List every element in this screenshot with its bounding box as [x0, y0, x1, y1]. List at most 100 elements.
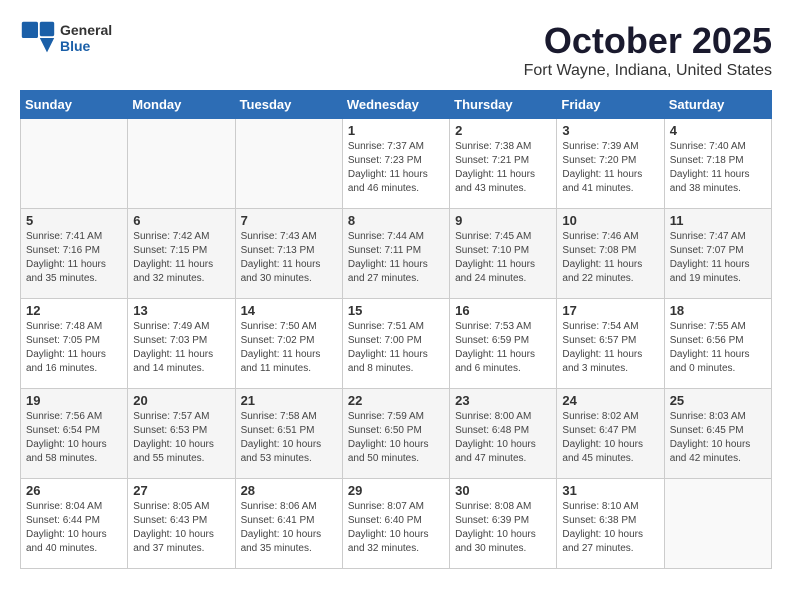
day-number: 10 — [562, 213, 658, 228]
calendar-cell: 13Sunrise: 7:49 AM Sunset: 7:03 PM Dayli… — [128, 299, 235, 389]
day-info: Sunrise: 8:04 AM Sunset: 6:44 PM Dayligh… — [26, 500, 122, 556]
calendar-cell — [235, 119, 342, 209]
calendar-cell: 1Sunrise: 7:37 AM Sunset: 7:23 PM Daylig… — [342, 119, 449, 209]
day-of-week-header: Wednesday — [342, 91, 449, 119]
calendar-cell: 15 Sunrise: 7:51 AM Sunset: 7:00 PM Dayli… — [342, 299, 449, 389]
logo-blue: Blue — [60, 38, 112, 54]
calendar-table: SundayMondayTuesdayWednesdayThursdayFrid… — [20, 90, 772, 569]
calendar-cell: 8 Sunrise: 7:44 AM Sunset: 7:11 PM Daylig… — [342, 209, 449, 299]
day-info: Sunrise: 8:05 AM Sunset: 6:43 PM Dayligh… — [133, 500, 229, 556]
calendar-cell: 16Sunrise: 7:53 AM Sunset: 6:59 PM Dayli… — [450, 299, 557, 389]
logo-general: General — [60, 22, 112, 38]
day-number: 4 — [670, 123, 766, 138]
day-info: Sunrise: 7:40 AM Sunset: 7:18 PM Dayligh… — [670, 140, 766, 196]
day-info: Sunrise: 8:06 AM Sunset: 6:41 PM Dayligh… — [241, 500, 337, 556]
day-number: 20 — [133, 393, 229, 408]
day-info: Sunrise: 7:57 AM Sunset: 6:53 PM Dayligh… — [133, 410, 229, 466]
day-number: 31 — [562, 483, 658, 498]
page-header: General Blue October 2025 Fort Wayne, In… — [20, 20, 772, 80]
calendar-cell: 5Sunrise: 7:41 AM Sunset: 7:16 PM Daylig… — [21, 209, 128, 299]
day-number: 30 — [455, 483, 551, 498]
day-info: Sunrise: 8:02 AM Sunset: 6:47 PM Dayligh… — [562, 410, 658, 466]
calendar-cell: 7Sunrise: 7:43 AM Sunset: 7:13 PM Daylig… — [235, 209, 342, 299]
calendar-cell: 23 Sunrise: 8:00 AM Sunset: 6:48 PM Dayli… — [450, 389, 557, 479]
day-number: 18 — [670, 303, 766, 318]
day-info: Sunrise: 8:00 AM Sunset: 6:48 PM Dayligh… — [455, 410, 551, 466]
calendar-cell — [21, 119, 128, 209]
day-of-week-header: Thursday — [450, 91, 557, 119]
calendar-cell: 30 Sunrise: 8:08 AM Sunset: 6:39 PM Dayli… — [450, 479, 557, 569]
calendar-week-row: 1Sunrise: 7:37 AM Sunset: 7:23 PM Daylig… — [21, 119, 772, 209]
logo-icon — [20, 20, 56, 56]
calendar-cell: 3Sunrise: 7:39 AM Sunset: 7:20 PM Daylig… — [557, 119, 664, 209]
calendar-header: SundayMondayTuesdayWednesdayThursdayFrid… — [21, 91, 772, 119]
calendar-cell: 28 Sunrise: 8:06 AM Sunset: 6:41 PM Dayli… — [235, 479, 342, 569]
day-number: 24 — [562, 393, 658, 408]
day-number: 12 — [26, 303, 122, 318]
day-number: 11 — [670, 213, 766, 228]
calendar-week-row: 12 Sunrise: 7:48 AM Sunset: 7:05 PM Dayli… — [21, 299, 772, 389]
day-info: Sunrise: 7:48 AM Sunset: 7:05 PM Dayligh… — [26, 320, 122, 376]
day-number: 29 — [348, 483, 444, 498]
calendar-cell: 17 Sunrise: 7:54 AM Sunset: 6:57 PM Dayli… — [557, 299, 664, 389]
calendar-cell: 24 Sunrise: 8:02 AM Sunset: 6:47 PM Dayli… — [557, 389, 664, 479]
day-number: 15 — [348, 303, 444, 318]
calendar-cell: 20 Sunrise: 7:57 AM Sunset: 6:53 PM Dayli… — [128, 389, 235, 479]
title-area: October 2025 Fort Wayne, Indiana, United… — [524, 20, 772, 80]
calendar-cell: 19Sunrise: 7:56 AM Sunset: 6:54 PM Dayli… — [21, 389, 128, 479]
day-info: Sunrise: 7:43 AM Sunset: 7:13 PM Dayligh… — [241, 230, 337, 286]
calendar-cell: 2Sunrise: 7:38 AM Sunset: 7:21 PM Daylig… — [450, 119, 557, 209]
day-number: 8 — [348, 213, 444, 228]
day-info: Sunrise: 8:08 AM Sunset: 6:39 PM Dayligh… — [455, 500, 551, 556]
day-number: 23 — [455, 393, 551, 408]
day-number: 1 — [348, 123, 444, 138]
calendar-cell: 4 Sunrise: 7:40 AM Sunset: 7:18 PM Daylig… — [664, 119, 771, 209]
calendar-cell: 31 Sunrise: 8:10 AM Sunset: 6:38 PM Dayli… — [557, 479, 664, 569]
day-number: 28 — [241, 483, 337, 498]
calendar-cell: 25 Sunrise: 8:03 AM Sunset: 6:45 PM Dayli… — [664, 389, 771, 479]
day-number: 16 — [455, 303, 551, 318]
calendar-cell: 18 Sunrise: 7:55 AM Sunset: 6:56 PM Dayli… — [664, 299, 771, 389]
logo: General Blue — [20, 20, 112, 56]
day-info: Sunrise: 8:03 AM Sunset: 6:45 PM Dayligh… — [670, 410, 766, 466]
calendar-week-row: 5Sunrise: 7:41 AM Sunset: 7:16 PM Daylig… — [21, 209, 772, 299]
day-of-week-header: Tuesday — [235, 91, 342, 119]
logo-text: General Blue — [60, 22, 112, 54]
calendar-cell: 10 Sunrise: 7:46 AM Sunset: 7:08 PM Dayli… — [557, 209, 664, 299]
day-number: 2 — [455, 123, 551, 138]
day-info: Sunrise: 7:45 AM Sunset: 7:10 PM Dayligh… — [455, 230, 551, 286]
day-info: Sunrise: 7:46 AM Sunset: 7:08 PM Dayligh… — [562, 230, 658, 286]
day-info: Sunrise: 7:39 AM Sunset: 7:20 PM Dayligh… — [562, 140, 658, 196]
day-of-week-header: Monday — [128, 91, 235, 119]
calendar-cell: 12 Sunrise: 7:48 AM Sunset: 7:05 PM Dayli… — [21, 299, 128, 389]
calendar-cell — [664, 479, 771, 569]
calendar-cell: 26 Sunrise: 8:04 AM Sunset: 6:44 PM Dayli… — [21, 479, 128, 569]
day-info: Sunrise: 8:07 AM Sunset: 6:40 PM Dayligh… — [348, 500, 444, 556]
calendar-cell: 29 Sunrise: 8:07 AM Sunset: 6:40 PM Dayli… — [342, 479, 449, 569]
calendar-week-row: 26 Sunrise: 8:04 AM Sunset: 6:44 PM Dayli… — [21, 479, 772, 569]
day-number: 21 — [241, 393, 337, 408]
calendar-cell — [128, 119, 235, 209]
day-number: 17 — [562, 303, 658, 318]
calendar-body: 1Sunrise: 7:37 AM Sunset: 7:23 PM Daylig… — [21, 119, 772, 569]
day-number: 22 — [348, 393, 444, 408]
calendar-cell: 6Sunrise: 7:42 AM Sunset: 7:15 PM Daylig… — [128, 209, 235, 299]
day-number: 25 — [670, 393, 766, 408]
header-row: SundayMondayTuesdayWednesdayThursdayFrid… — [21, 91, 772, 119]
day-number: 14 — [241, 303, 337, 318]
day-info: Sunrise: 7:55 AM Sunset: 6:56 PM Dayligh… — [670, 320, 766, 376]
day-number: 26 — [26, 483, 122, 498]
day-info: Sunrise: 7:59 AM Sunset: 6:50 PM Dayligh… — [348, 410, 444, 466]
calendar-cell: 14Sunrise: 7:50 AM Sunset: 7:02 PM Dayli… — [235, 299, 342, 389]
day-number: 27 — [133, 483, 229, 498]
calendar-cell: 27 Sunrise: 8:05 AM Sunset: 6:43 PM Dayli… — [128, 479, 235, 569]
calendar-cell: 21Sunrise: 7:58 AM Sunset: 6:51 PM Dayli… — [235, 389, 342, 479]
day-info: Sunrise: 7:41 AM Sunset: 7:16 PM Dayligh… — [26, 230, 122, 286]
day-info: Sunrise: 7:54 AM Sunset: 6:57 PM Dayligh… — [562, 320, 658, 376]
day-info: Sunrise: 8:10 AM Sunset: 6:38 PM Dayligh… — [562, 500, 658, 556]
calendar-week-row: 19Sunrise: 7:56 AM Sunset: 6:54 PM Dayli… — [21, 389, 772, 479]
month-title: October 2025 — [524, 20, 772, 62]
day-number: 9 — [455, 213, 551, 228]
day-info: Sunrise: 7:51 AM Sunset: 7:00 PM Dayligh… — [348, 320, 444, 376]
day-info: Sunrise: 7:44 AM Sunset: 7:11 PM Dayligh… — [348, 230, 444, 286]
